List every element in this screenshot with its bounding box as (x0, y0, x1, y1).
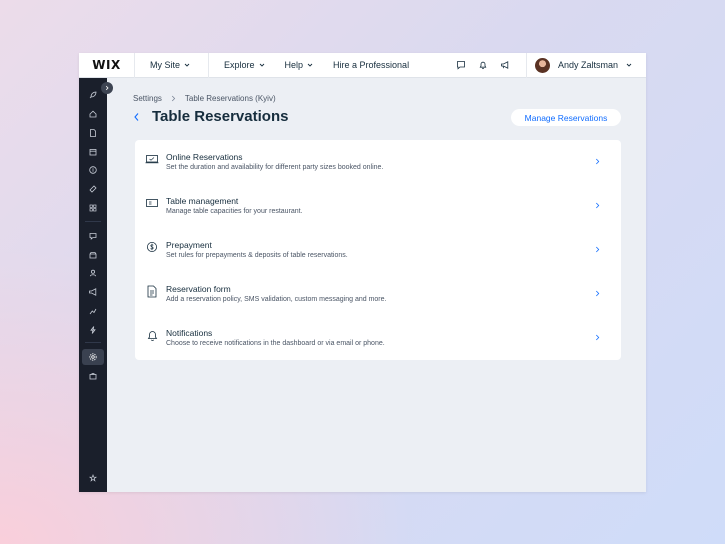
sidebar-toggle[interactable] (101, 82, 113, 94)
breadcrumb-current: Table Reservations (Kyiv) (184, 94, 276, 103)
my-site-label: My Site (150, 60, 181, 70)
list-item-table-management[interactable]: Table management Manage table capacities… (135, 184, 621, 228)
form-icon (145, 284, 159, 298)
list-item-online-reservations[interactable]: Online Reservations Set the duration and… (135, 140, 621, 184)
list-item-prepayment[interactable]: Prepayment Set rules for prepayments & d… (135, 228, 621, 272)
laptop-icon (145, 152, 159, 166)
item-description: Manage table capacities for your restaur… (166, 208, 303, 215)
item-description: Add a reservation policy, SMS validation… (166, 296, 387, 303)
settings-icon[interactable] (82, 349, 104, 365)
help-menu[interactable]: Help (275, 53, 324, 78)
chevron-down-icon (184, 63, 190, 67)
chevron-left-icon (133, 113, 138, 121)
my-site-menu[interactable]: My Site (135, 53, 208, 78)
list-item-notifications[interactable]: Notifications Choose to receive notifica… (135, 316, 621, 360)
home-icon[interactable] (85, 107, 101, 121)
chevron-down-icon (626, 63, 632, 67)
chevron-right-icon (594, 201, 600, 209)
dashboard-window: WIX My Site Explore Help Hire a Professi… (79, 53, 646, 492)
apps-icon[interactable] (85, 201, 101, 215)
quick-access-icon[interactable] (85, 471, 101, 485)
manage-reservations-button[interactable]: Manage Reservations (511, 109, 621, 126)
document-icon[interactable] (85, 126, 101, 140)
bell-icon (145, 328, 159, 342)
avatar (534, 57, 550, 73)
chat-icon[interactable] (450, 53, 472, 78)
wix-logo[interactable]: WIX (79, 58, 134, 72)
hire-professional-link[interactable]: Hire a Professional (323, 53, 419, 78)
item-title: Online Reservations (166, 152, 243, 162)
coin-icon (145, 240, 159, 254)
inbox-icon[interactable] (85, 229, 101, 243)
chevron-down-icon (259, 63, 264, 67)
top-bar: WIX My Site Explore Help Hire a Professi… (79, 53, 646, 78)
item-title: Table management (166, 196, 239, 206)
toolbox-icon[interactable] (85, 369, 101, 383)
sidebar-divider (85, 342, 101, 343)
chevron-right-icon (594, 289, 600, 297)
explore-label: Explore (224, 60, 255, 70)
table-icon (145, 196, 159, 210)
breadcrumb: Settings Table Reservations (Kyiv) (133, 94, 276, 103)
calendar-icon[interactable] (85, 145, 101, 159)
back-button[interactable] (131, 110, 141, 124)
item-description: Set rules for prepayments & deposits of … (166, 252, 348, 259)
megaphone-icon[interactable] (494, 53, 516, 78)
chevron-right-icon (594, 333, 600, 341)
store-icon[interactable] (85, 248, 101, 262)
analytics-icon[interactable] (85, 304, 101, 318)
chevron-right-icon (105, 85, 109, 91)
settings-list: Online Reservations Set the duration and… (135, 140, 621, 360)
chevron-down-icon (307, 63, 313, 67)
paint-icon[interactable] (85, 182, 101, 196)
list-item-reservation-form[interactable]: Reservation form Add a reservation polic… (135, 272, 621, 316)
breadcrumb-settings[interactable]: Settings (133, 94, 162, 103)
item-title: Notifications (166, 328, 213, 338)
sidebar-divider (85, 221, 101, 222)
page-title: Table Reservations (152, 108, 289, 125)
rocket-icon[interactable] (85, 88, 101, 102)
dollar-icon[interactable] (85, 163, 101, 177)
chevron-right-icon (594, 157, 600, 165)
item-title: Reservation form (166, 284, 231, 294)
help-label: Help (284, 60, 304, 70)
explore-menu[interactable]: Explore (209, 53, 275, 78)
user-name: Andy Zaltsman (557, 60, 618, 70)
megaphone-icon[interactable] (85, 285, 101, 299)
user-menu[interactable]: Andy Zaltsman (527, 53, 646, 78)
contacts-icon[interactable] (85, 266, 101, 280)
item-description: Choose to receive notifications in the d… (166, 340, 385, 347)
automation-icon[interactable] (85, 323, 101, 337)
item-title: Prepayment (166, 240, 212, 250)
item-description: Set the duration and availability for di… (166, 164, 384, 171)
bell-icon[interactable] (472, 53, 494, 78)
chevron-right-icon (594, 245, 600, 253)
sidebar (79, 78, 107, 492)
chevron-right-icon (171, 95, 176, 102)
top-bar-right: Andy Zaltsman (450, 53, 646, 78)
